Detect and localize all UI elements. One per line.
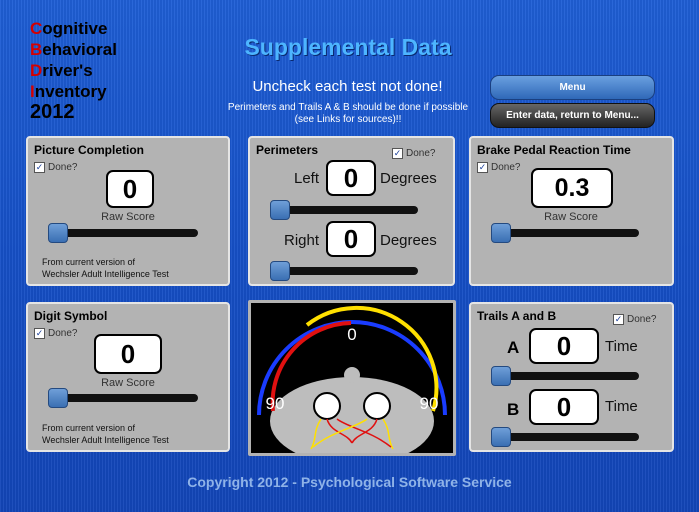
trails-done-label: Done? [627,314,657,325]
perimeter-diagram: 0 90 90 [257,305,447,465]
nose-shape [344,367,360,383]
digit-symbol-title: Digit Symbol [34,309,108,323]
digit-symbol-done-label: Done? [48,328,78,339]
logo-line-4: Inventory [30,82,107,101]
trails-b-unit: Time [605,398,638,415]
trails-a-slider[interactable] [491,366,639,386]
perimeter-diagram-panel: 0 90 90 [248,300,456,465]
instruction-text: Uncheck each test not done! [252,78,443,95]
degree-label-top: 0 [347,325,356,344]
app-logo: Cognitive Behavioral Driver's Inventory … [30,18,117,123]
perimeters-done[interactable]: ✓ Done? [392,148,435,159]
digit-symbol-source: From current version of Wechsler Adult I… [42,422,169,446]
perimeters-left-label: Left [294,170,320,187]
digit-symbol-panel: Digit Symbol ✓ Done? 0 Raw Score From cu… [26,302,230,452]
brake-done-label: Done? [491,162,521,173]
perimeters-done-checkbox[interactable]: ✓ [392,148,403,159]
right-eye [363,392,391,420]
trails-done[interactable]: ✓ Done? [613,314,656,325]
trails-a-slider-thumb[interactable] [491,366,511,386]
trails-b-slider[interactable] [491,427,639,447]
picture-completion-value[interactable]: 0 [106,170,154,208]
logo-line-3: Driver's [30,61,93,80]
brake-done-checkbox[interactable]: ✓ [477,162,488,173]
logo-line-1: Cognitive [30,19,108,38]
perimeters-note-line-1: Perimeters and Trails A & B should be do… [227,102,469,113]
trails-b-slider-thumb[interactable] [491,427,511,447]
logo-line-2: Behavioral [30,40,117,59]
left-eye [313,392,341,420]
picture-completion-title: Picture Completion [34,143,145,157]
perimeters-right-value[interactable]: 0 [326,221,376,257]
trails-b-label: B [507,400,520,419]
perimeters-right-slider[interactable] [270,261,418,281]
digit-symbol-done[interactable]: ✓ Done? [34,328,77,339]
brake-panel: Brake Pedal Reaction Time ✓ Done? 0.3 Ra… [469,136,674,286]
enter-data-button[interactable]: Enter data, return to Menu... [490,103,655,128]
trails-title: Trails A and B [477,309,557,323]
picture-completion-source: From current version of Wechsler Adult I… [42,256,169,280]
page-title: Supplemental Data [244,34,452,60]
perimeters-right-unit: Degrees [380,232,437,249]
brake-raw-score-label: Raw Score [544,211,598,223]
digit-symbol-source-line-1: From current version of [42,423,136,433]
perimeters-right-label: Right [284,232,320,249]
picture-completion-slider-thumb[interactable] [48,223,68,243]
digit-symbol-slider-thumb[interactable] [48,388,68,408]
picture-completion-done[interactable]: ✓ Done? [34,162,77,173]
perimeters-right-slider-thumb[interactable] [270,261,290,281]
brake-slider[interactable] [491,223,639,243]
perimeters-note: Perimeters and Trails A & B should be do… [214,102,482,126]
picture-completion-done-label: Done? [48,162,78,173]
brake-slider-thumb[interactable] [491,223,511,243]
brake-value[interactable]: 0.3 [531,168,613,208]
picture-completion-source-line-1: From current version of [42,257,136,267]
trails-a-label: A [507,338,520,357]
perimeters-left-value[interactable]: 0 [326,160,376,196]
perimeters-left-slider[interactable] [270,200,418,220]
trails-done-checkbox[interactable]: ✓ [613,314,624,325]
perimeters-note-line-2: (see Links for sources)!! [294,114,402,125]
digit-symbol-source-line-2: Wechsler Adult Intelligence Test [42,435,169,445]
degree-label-left: 90 [266,394,285,413]
perimeters-left-slider-thumb[interactable] [270,200,290,220]
brake-done[interactable]: ✓ Done? [477,162,520,173]
trails-a-unit: Time [605,338,638,355]
trails-a-value[interactable]: 0 [529,328,599,364]
logo-year: 2012 [30,101,75,123]
picture-completion-raw-score-label: Raw Score [101,211,155,223]
picture-completion-slider[interactable] [48,223,198,243]
picture-completion-panel: Picture Completion ✓ Done? 0 Raw Score F… [26,136,230,286]
perimeters-title: Perimeters [256,143,319,157]
picture-completion-done-checkbox[interactable]: ✓ [34,162,45,173]
trails-panel: Trails A and B ✓ Done? A 0 Time B 0 Time [469,302,674,452]
digit-symbol-done-checkbox[interactable]: ✓ [34,328,45,339]
digit-symbol-value[interactable]: 0 [94,334,162,374]
degree-label-right: 90 [420,394,439,413]
trails-b-value[interactable]: 0 [529,389,599,425]
menu-button[interactable]: Menu [490,75,655,100]
digit-symbol-slider[interactable] [48,388,198,408]
picture-completion-source-line-2: Wechsler Adult Intelligence Test [42,269,169,279]
perimeters-panel: Perimeters ✓ Done? Left 0 Degrees Right … [248,136,455,286]
perimeters-done-label: Done? [406,148,436,159]
brake-title: Brake Pedal Reaction Time [477,143,631,157]
perimeters-left-unit: Degrees [380,170,437,187]
copyright-text: Copyright 2012 - Psychological Software … [187,474,512,490]
